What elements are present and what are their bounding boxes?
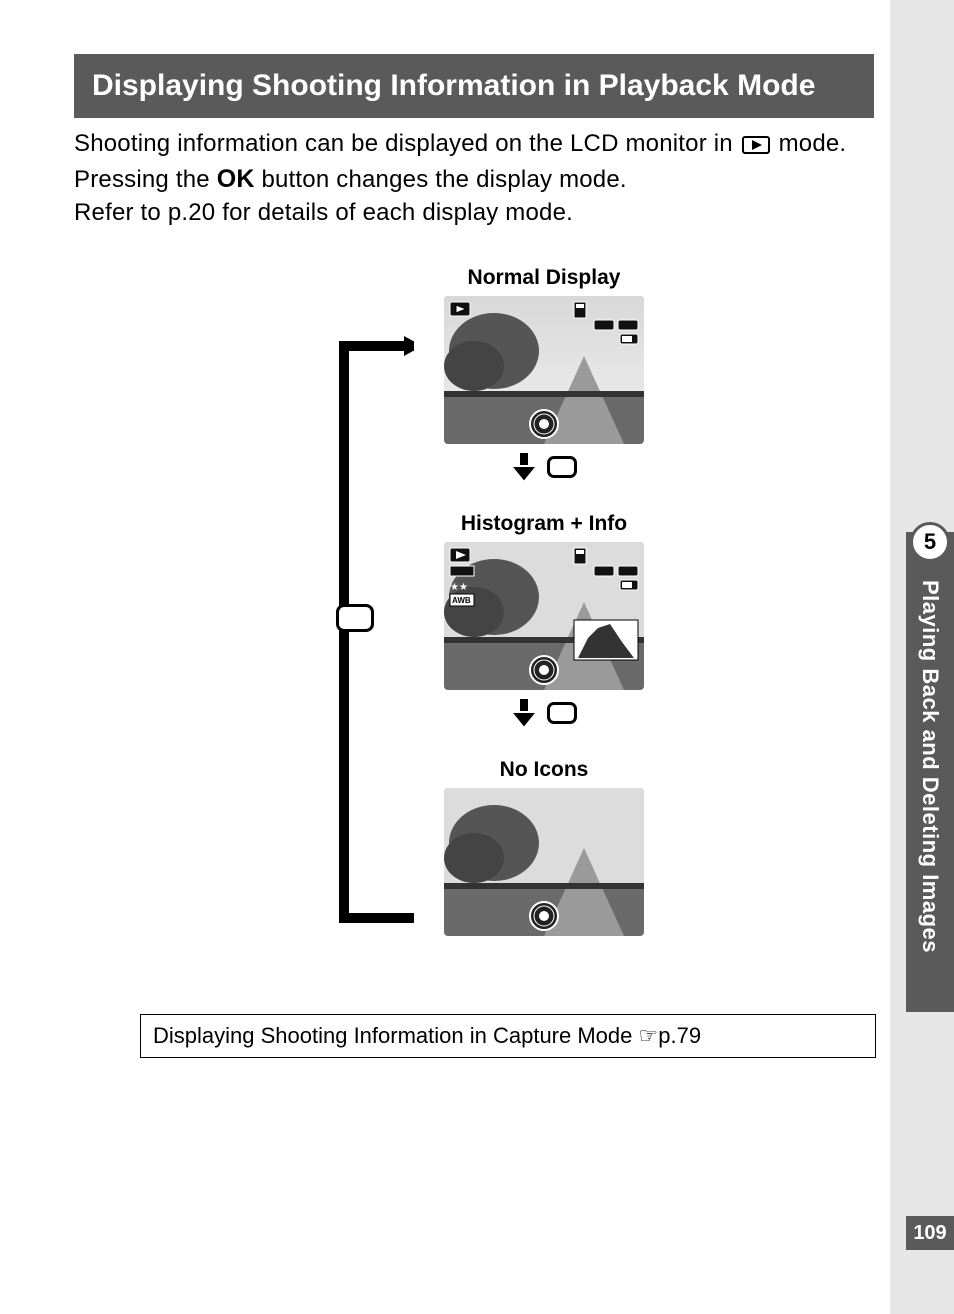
awb-label: AWB [452,596,471,605]
xref-text: Displaying Shooting Information in Captu… [153,1023,639,1048]
arrow-down-icon [511,452,537,482]
ok-button-step1 [547,456,577,478]
intro-text: Shooting information can be displayed on… [74,128,874,230]
mode-label-normal: Normal Display [414,266,674,290]
control-dial-icon [530,656,558,684]
playback-icon [742,131,770,163]
memory-card-icon [574,548,586,564]
intro-line1a: Shooting information can be displayed on… [74,130,740,157]
chapter-number: 5 [910,522,950,562]
ok-button-step2 [547,702,577,724]
battery-icon [620,580,638,590]
ok-button-loop [336,604,374,632]
section-title: Displaying Shooting Information in Playb… [74,54,874,118]
pointer-hand-icon: ☞ [639,1023,659,1048]
lcd-noicons [444,788,644,936]
lcd-histogram: ★★ AWB [444,542,644,690]
intro-line2b: button changes the display mode. [255,166,627,193]
playback-icon [450,548,470,562]
xref-page: p.79 [658,1023,701,1048]
lcd-normal [444,296,644,444]
memory-card-icon [574,302,586,318]
mode-label-noicons: No Icons [414,758,674,782]
page-number: 109 [906,1216,954,1250]
cross-reference-box: Displaying Shooting Information in Captu… [140,1014,876,1058]
playback-icon [450,302,470,316]
arrow-down-icon [511,698,537,728]
intro-line3: Refer to p.20 for details of each displa… [74,199,573,226]
display-mode-diagram: Normal Display [74,266,874,966]
chapter-label: Playing Back and Deleting Images [917,580,943,953]
mode-label-histogram: Histogram + Info [414,512,674,536]
intro-line2a: Pressing the [74,166,217,193]
battery-icon [620,334,638,344]
histogram-icon [574,620,638,660]
control-dial-icon [530,410,558,438]
chapter-tab: 5 Playing Back and Deleting Images [906,532,954,1012]
control-dial-icon [530,902,558,930]
quality-stars: ★★ [450,582,468,593]
size-bar-icon [450,566,474,576]
intro-line1b: mode. [772,130,847,157]
ok-label: OK [217,165,255,193]
loop-connector [314,336,414,928]
